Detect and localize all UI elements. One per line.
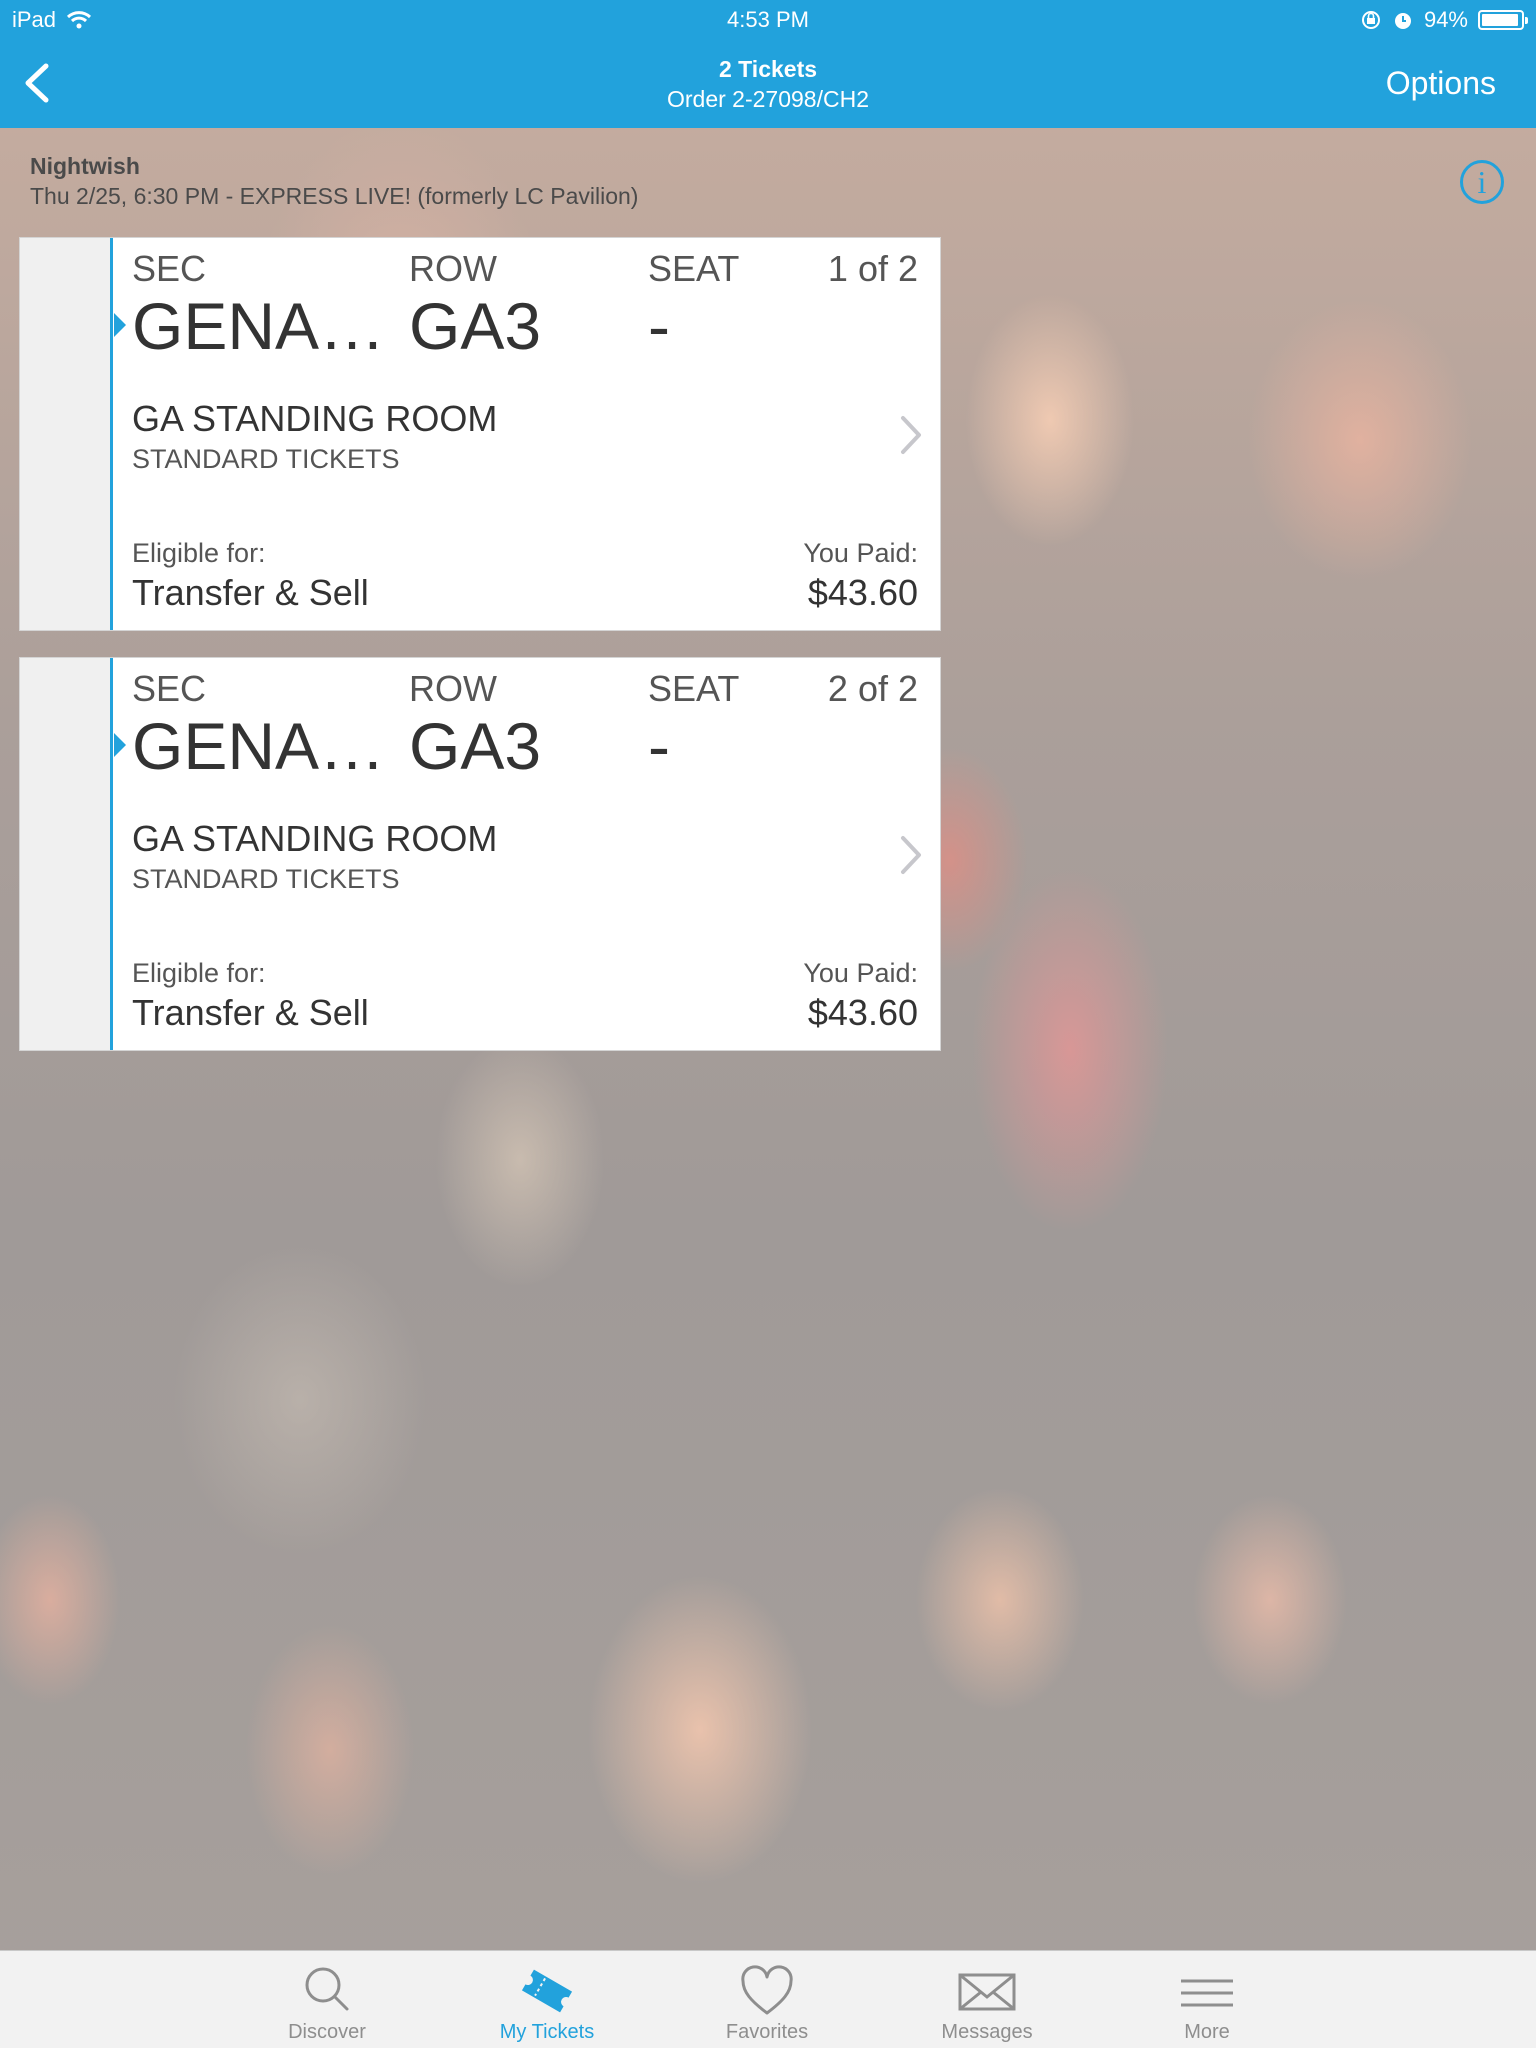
row-value: GA3 xyxy=(409,289,542,363)
ticket-stub xyxy=(20,658,113,1050)
row-value: GA3 xyxy=(409,709,542,783)
seat-value: - xyxy=(648,709,670,783)
orientation-lock-icon xyxy=(1361,11,1380,29)
event-detail: Thu 2/25, 6:30 PM - EXPRESS LIVE! (forme… xyxy=(30,183,639,209)
tab-label: More xyxy=(1184,2021,1230,2043)
tab-discover[interactable]: Discover xyxy=(247,1951,407,2048)
sec-label: SEC xyxy=(132,668,207,709)
eligible-label: Eligible for: xyxy=(132,538,266,568)
tab-messages[interactable]: Messages xyxy=(907,1951,1067,2048)
status-right: 94% xyxy=(1360,7,1528,33)
tab-label: My Tickets xyxy=(499,2021,595,2043)
ticket-icon xyxy=(521,1969,573,2013)
order-number: Order 2-27098/CH2 xyxy=(667,86,869,112)
ticket-notch-marker xyxy=(114,733,126,757)
battery-level xyxy=(1482,14,1518,26)
tab-label: Discover xyxy=(288,2021,366,2043)
seat-label: SEAT xyxy=(648,248,740,289)
sec-value: GENA… xyxy=(132,709,386,783)
nav-bar: 2 Tickets Order 2-27098/CH2 Options xyxy=(0,40,1536,128)
paid-value: $43.60 xyxy=(807,992,918,1033)
eligible-value: Transfer & Sell xyxy=(132,572,369,613)
row-label: ROW xyxy=(409,668,497,709)
status-time: 4:53 PM xyxy=(727,7,809,32)
battery-icon xyxy=(1478,10,1528,30)
tab-more[interactable]: More xyxy=(1127,1951,1287,2048)
alarm-icon xyxy=(1394,13,1411,29)
tab-bar: Discover My Tickets Favorites Messages M… xyxy=(0,1950,1536,2048)
seat-label: SEAT xyxy=(648,668,740,709)
ticket-area: GA STANDING ROOM xyxy=(132,398,498,439)
ticket-count: 2 of 2 xyxy=(827,668,918,709)
sec-label: SEC xyxy=(132,248,207,289)
eligible-label: Eligible for: xyxy=(132,958,266,988)
ticket-notch-marker xyxy=(114,313,126,337)
ticket-stub xyxy=(20,238,113,630)
status-bar: iPad 4:53 PM 94% xyxy=(0,0,1536,40)
envelope-icon xyxy=(958,1973,1016,2011)
battery-percent: 94% xyxy=(1423,7,1468,32)
sec-value: GENA… xyxy=(132,289,386,363)
chevron-right-icon xyxy=(901,416,921,454)
page-title: 2 Tickets xyxy=(718,56,818,82)
paid-value: $43.60 xyxy=(807,572,918,613)
ticket-area: GA STANDING ROOM xyxy=(132,818,498,859)
chevron-right-icon xyxy=(901,836,921,874)
row-label: ROW xyxy=(409,248,497,289)
ticket-card[interactable]: SEC GENA… ROW GA3 SEAT - 1 of 2 GA STAND… xyxy=(19,237,941,631)
paid-label: You Paid: xyxy=(803,538,918,568)
ticket-type: STANDARD TICKETS xyxy=(132,444,400,474)
tab-my-tickets[interactable]: My Tickets xyxy=(467,1951,627,2048)
heart-icon xyxy=(741,1965,793,2015)
ticket-count: 1 of 2 xyxy=(827,248,918,289)
info-icon[interactable]: i xyxy=(1460,160,1504,204)
options-button[interactable]: Options xyxy=(1386,65,1496,102)
eligible-value: Transfer & Sell xyxy=(132,992,369,1033)
menu-icon xyxy=(1181,1979,1233,2007)
event-name: Nightwish xyxy=(30,153,140,179)
paid-label: You Paid: xyxy=(803,958,918,988)
tab-favorites[interactable]: Favorites xyxy=(687,1951,847,2048)
seat-value: - xyxy=(648,289,670,363)
tab-label: Favorites xyxy=(725,2021,809,2043)
search-icon xyxy=(305,1967,349,2011)
ticket-type: STANDARD TICKETS xyxy=(132,864,400,894)
tab-label: Messages xyxy=(941,2021,1033,2043)
ticket-card[interactable]: SEC GENA… ROW GA3 SEAT - 2 of 2 GA STAND… xyxy=(19,657,941,1051)
